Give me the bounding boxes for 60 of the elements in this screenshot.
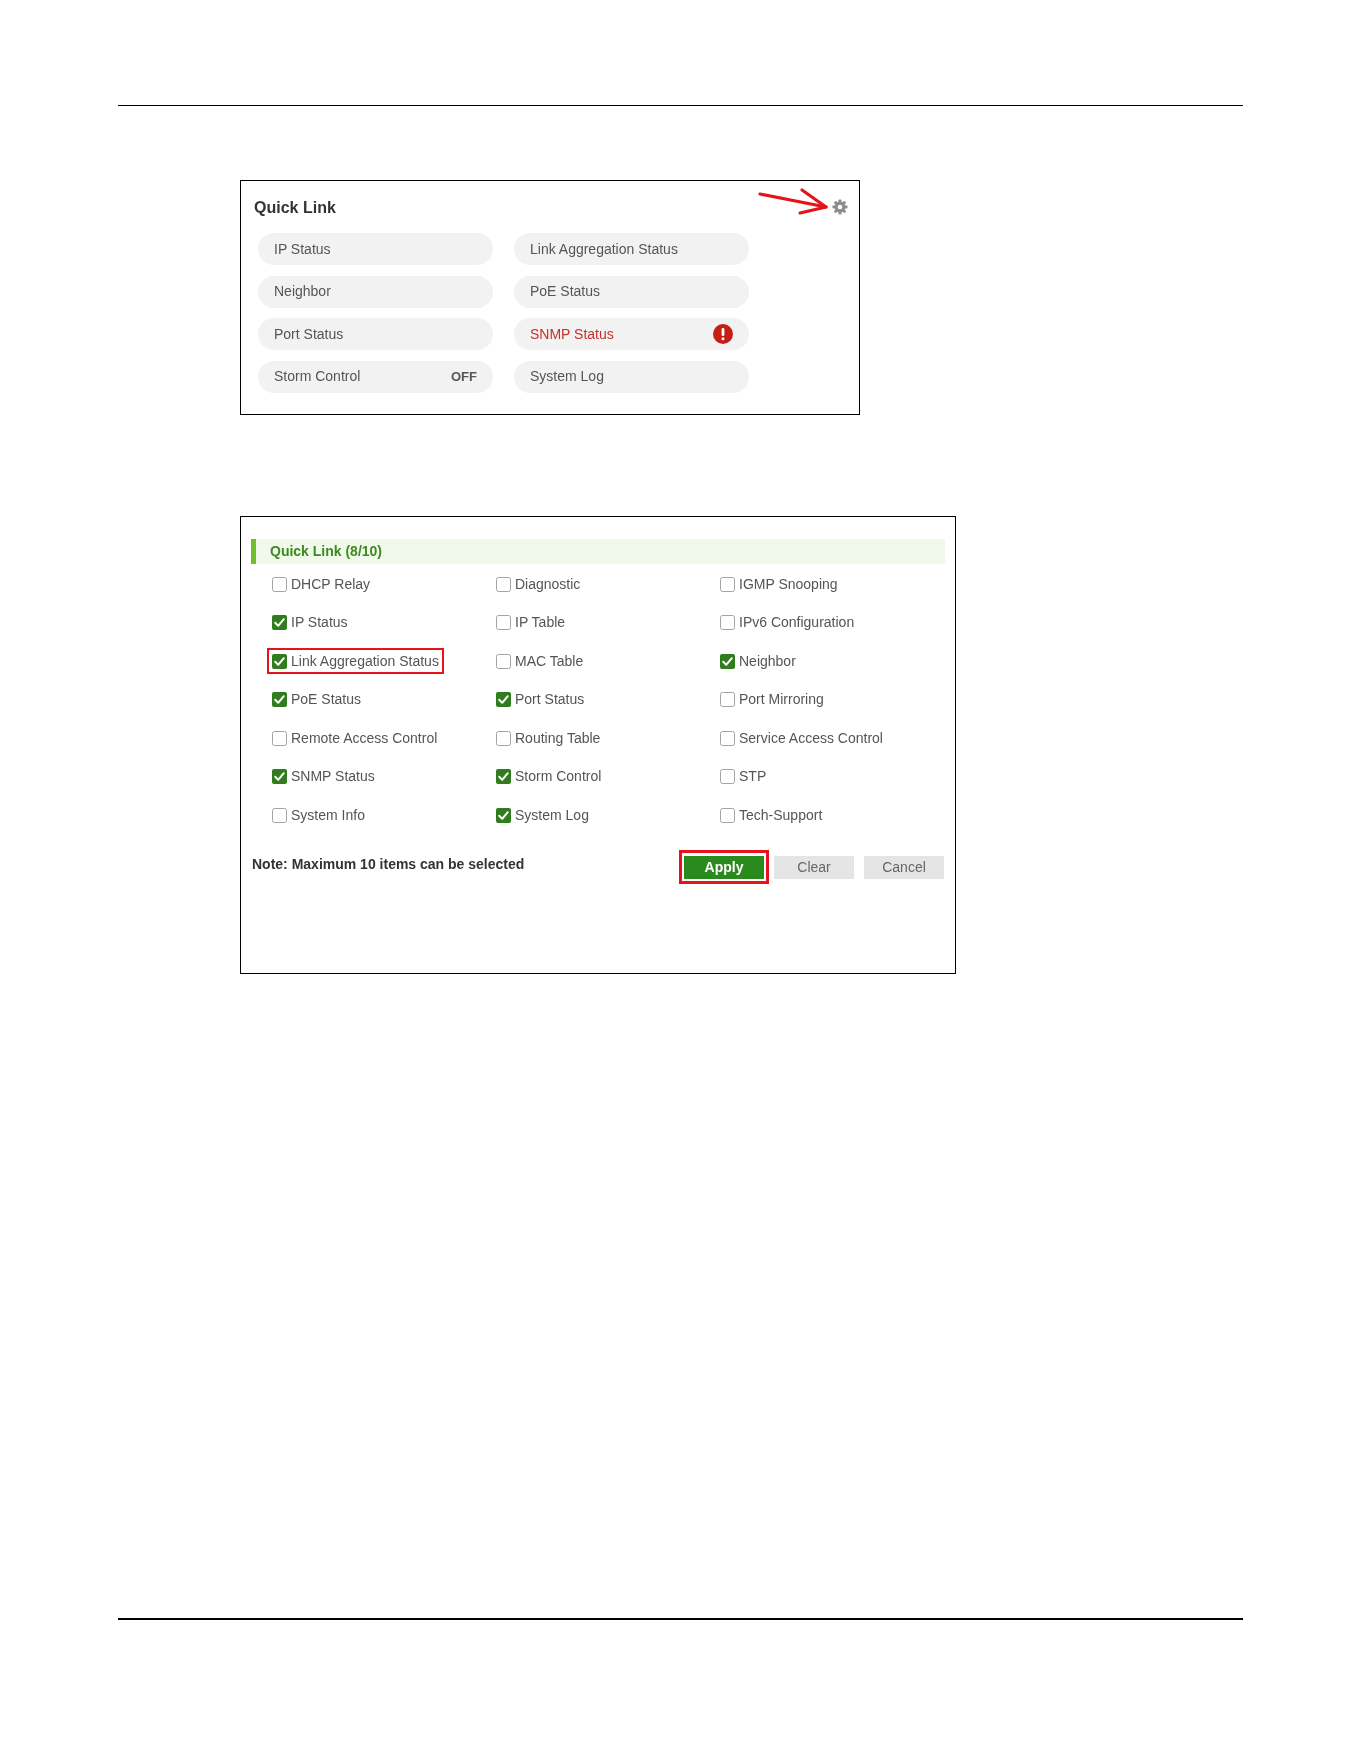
checkbox-label[interactable]: DHCP Relay: [291, 573, 371, 595]
quick-link-button[interactable]: System Log: [514, 360, 749, 393]
quick-link-button[interactable]: Port Status: [258, 318, 493, 350]
checkbox[interactable]: [720, 730, 735, 746]
quick-link-button[interactable]: Neighbor: [258, 275, 493, 308]
accent-bar: [251, 539, 256, 564]
checkbox-label[interactable]: System Info: [291, 804, 365, 826]
checkbox[interactable]: [272, 807, 287, 823]
alert-icon: [713, 324, 733, 344]
checkbox[interactable]: [720, 692, 735, 707]
checkbox[interactable]: [496, 730, 511, 746]
checkbox[interactable]: [720, 576, 735, 592]
checkbox[interactable]: [496, 653, 511, 669]
checkbox-label[interactable]: Storm Control: [515, 766, 602, 787]
quick-link-button[interactable]: Link Aggregation Status: [514, 233, 749, 265]
dialog-button[interactable]: Apply: [684, 856, 764, 879]
checkbox[interactable]: [720, 653, 735, 669]
checkbox[interactable]: [720, 615, 735, 630]
checkbox-label[interactable]: IP Status: [291, 612, 348, 633]
checkbox-label[interactable]: Tech-Support: [739, 804, 823, 826]
checkbox[interactable]: [272, 769, 287, 784]
checkbox-label[interactable]: Port Mirroring: [739, 689, 824, 710]
panel-title: Quick Link: [254, 198, 336, 218]
checkbox[interactable]: [272, 615, 287, 630]
checkbox-label[interactable]: Service Access Control: [739, 727, 883, 749]
checkbox[interactable]: [720, 807, 735, 823]
checkbox-label[interactable]: System Log: [515, 804, 589, 826]
settings-icon[interactable]: [832, 199, 848, 215]
checkbox[interactable]: [272, 692, 287, 707]
checkbox[interactable]: [496, 692, 511, 707]
checkbox[interactable]: [496, 769, 511, 784]
note-text: Note: Maximum 10 items can be selected: [252, 855, 525, 873]
checkbox-label[interactable]: Remote Access Control: [291, 727, 438, 749]
quick-link-button[interactable]: Storm Control OFF: [258, 360, 493, 393]
dialog-button[interactable]: Cancel: [864, 856, 944, 879]
checkbox-label[interactable]: IGMP Snooping: [739, 573, 838, 595]
quick-link-button[interactable]: IP Status: [258, 233, 493, 265]
quick-link-button[interactable]: PoE Status: [514, 275, 749, 308]
checkbox-label[interactable]: IP Table: [515, 612, 566, 633]
checkbox[interactable]: [496, 615, 511, 630]
checkbox-label[interactable]: STP: [739, 766, 767, 787]
checkbox[interactable]: [720, 769, 735, 784]
checkbox-label[interactable]: Link Aggregation Status: [291, 650, 439, 672]
checkbox-label[interactable]: MAC Table: [515, 650, 584, 672]
section-title: Quick Link (8/10): [270, 542, 383, 561]
checkbox[interactable]: [272, 653, 287, 669]
checkbox-label[interactable]: IPv6 Configuration: [739, 612, 855, 633]
checkbox-label[interactable]: Port Status: [515, 689, 585, 710]
status-text: OFF: [451, 367, 477, 386]
checkbox-label[interactable]: Routing Table: [515, 727, 601, 749]
checkbox-label[interactable]: PoE Status: [291, 689, 362, 710]
dialog-button[interactable]: Clear: [774, 856, 854, 879]
checkbox-label[interactable]: Neighbor: [739, 650, 796, 672]
checkbox[interactable]: [272, 576, 287, 592]
checkbox[interactable]: [272, 730, 287, 746]
checkbox[interactable]: [496, 807, 511, 823]
checkbox-label[interactable]: Diagnostic: [515, 573, 581, 595]
checkbox-label[interactable]: SNMP Status: [291, 766, 375, 787]
quick-link-button[interactable]: SNMP Status: [514, 318, 749, 350]
checkbox[interactable]: [496, 576, 511, 592]
